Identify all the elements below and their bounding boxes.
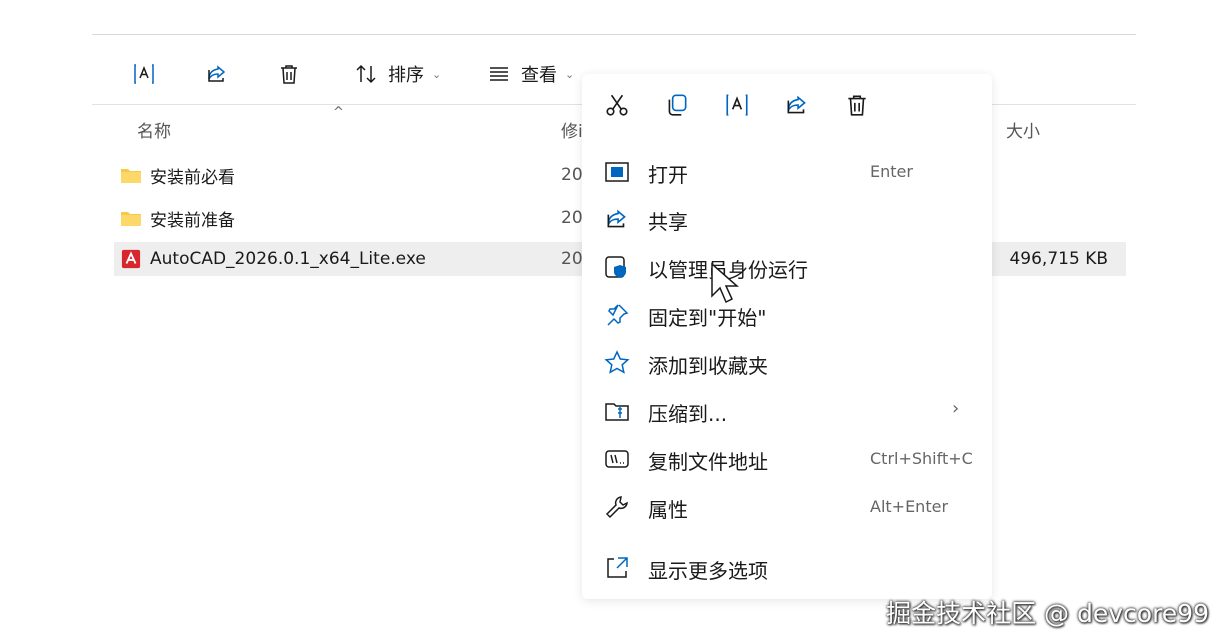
file-date: 20 bbox=[561, 249, 583, 269]
chevron-down-icon: ⌄ bbox=[432, 67, 442, 81]
share-icon bbox=[208, 65, 226, 82]
share-button[interactable] bbox=[205, 57, 229, 91]
menu-item-label: 属性 bbox=[648, 498, 688, 522]
copy-icon bbox=[668, 94, 687, 116]
zip-icon bbox=[605, 403, 629, 421]
menu-item-shortcut: Enter bbox=[870, 162, 913, 181]
menu-item-shortcut: Alt+Enter bbox=[870, 497, 949, 516]
menu-item-compress[interactable]: 压缩到... › bbox=[582, 388, 992, 432]
pin-icon bbox=[607, 304, 629, 326]
trash-icon bbox=[848, 95, 866, 116]
delete-button[interactable] bbox=[844, 92, 874, 122]
copy-button[interactable] bbox=[664, 92, 694, 122]
share-icon bbox=[787, 95, 806, 114]
file-name: 安装前准备 bbox=[150, 210, 235, 231]
wrench-icon bbox=[605, 496, 628, 519]
file-name: 安装前必看 bbox=[150, 167, 235, 188]
mouse-cursor-icon bbox=[711, 262, 739, 304]
menu-item-shortcut: Ctrl+Shift+C bbox=[870, 449, 973, 468]
watermark: 掘金技术社区 @ devcore99 bbox=[886, 599, 1209, 628]
menu-item-label: 共享 bbox=[648, 210, 688, 234]
share-icon bbox=[607, 209, 626, 228]
menu-item-pin-to-start[interactable]: 固定到"开始" bbox=[582, 292, 992, 336]
menu-item-share[interactable]: 共享 bbox=[582, 196, 992, 240]
column-header-size[interactable]: 大小 bbox=[1006, 117, 1040, 142]
file-date: 20 bbox=[561, 208, 583, 228]
file-date: 20 bbox=[561, 165, 583, 185]
sort-button[interactable]: 排序 ⌄ bbox=[354, 57, 441, 91]
folder-icon bbox=[121, 169, 141, 183]
folder-icon bbox=[121, 212, 141, 226]
rename-icon bbox=[134, 64, 154, 84]
chevron-right-icon: › bbox=[952, 398, 960, 419]
file-row-autocad-exe[interactable]: AutoCAD_2026.0.1_x64_Lite.exe bbox=[114, 242, 584, 276]
chevron-down-icon: ⌄ bbox=[565, 67, 575, 81]
trash-icon bbox=[281, 65, 297, 84]
star-icon bbox=[604, 350, 630, 374]
copy-path-icon bbox=[605, 450, 629, 468]
menu-item-show-more-options[interactable]: 显示更多选项 bbox=[582, 545, 992, 589]
sort-ascending-indicator: ^ bbox=[333, 105, 344, 120]
view-label: 查看 bbox=[521, 65, 557, 86]
rename-button[interactable] bbox=[724, 92, 754, 122]
sort-label: 排序 bbox=[388, 65, 424, 86]
file-row-folder-2[interactable]: 安装前准备 bbox=[114, 201, 584, 235]
menu-item-copy-path[interactable]: 复制文件地址 Ctrl+Shift+C bbox=[582, 436, 992, 480]
context-menu: 打开 Enter 共享 以管理员身份运行 固定到"开始" 添加到收藏夹 压缩到.… bbox=[582, 74, 992, 599]
menu-item-label: 复制文件地址 bbox=[648, 450, 768, 474]
shield-icon bbox=[605, 256, 626, 278]
sort-icon bbox=[356, 64, 376, 84]
menu-item-label: 压缩到... bbox=[648, 402, 728, 426]
file-name: AutoCAD_2026.0.1_x64_Lite.exe bbox=[150, 249, 426, 269]
menu-item-add-favorite[interactable]: 添加到收藏夹 bbox=[582, 340, 992, 384]
autocad-app-icon bbox=[121, 249, 141, 269]
view-list-icon bbox=[490, 67, 508, 81]
file-row-folder-1[interactable]: 安装前必看 bbox=[114, 158, 584, 192]
menu-item-label: 显示更多选项 bbox=[648, 559, 768, 583]
menu-item-label: 固定到"开始" bbox=[648, 306, 767, 330]
cut-icon bbox=[606, 94, 628, 116]
menu-item-properties[interactable]: 属性 Alt+Enter bbox=[582, 484, 992, 528]
menu-item-label: 添加到收藏夹 bbox=[648, 354, 768, 378]
view-button[interactable]: 查看 ⌄ bbox=[487, 57, 574, 91]
column-header-modified[interactable]: 修i bbox=[561, 117, 583, 142]
more-options-icon bbox=[607, 557, 628, 578]
menu-item-open[interactable]: 打开 Enter bbox=[582, 149, 992, 193]
share-button[interactable] bbox=[784, 92, 814, 122]
menu-item-label: 打开 bbox=[648, 163, 688, 187]
delete-button[interactable] bbox=[277, 57, 301, 91]
column-header-name[interactable]: 名称 bbox=[137, 117, 171, 142]
file-size: 496,715 KB bbox=[1009, 249, 1108, 269]
rename-button[interactable] bbox=[132, 57, 156, 91]
menu-item-run-as-admin[interactable]: 以管理员身份运行 bbox=[582, 244, 992, 288]
selected-row-size-cell: 496,715 KB bbox=[992, 242, 1126, 276]
rename-icon bbox=[726, 94, 748, 116]
cut-button[interactable] bbox=[604, 92, 634, 122]
open-icon bbox=[605, 162, 629, 182]
